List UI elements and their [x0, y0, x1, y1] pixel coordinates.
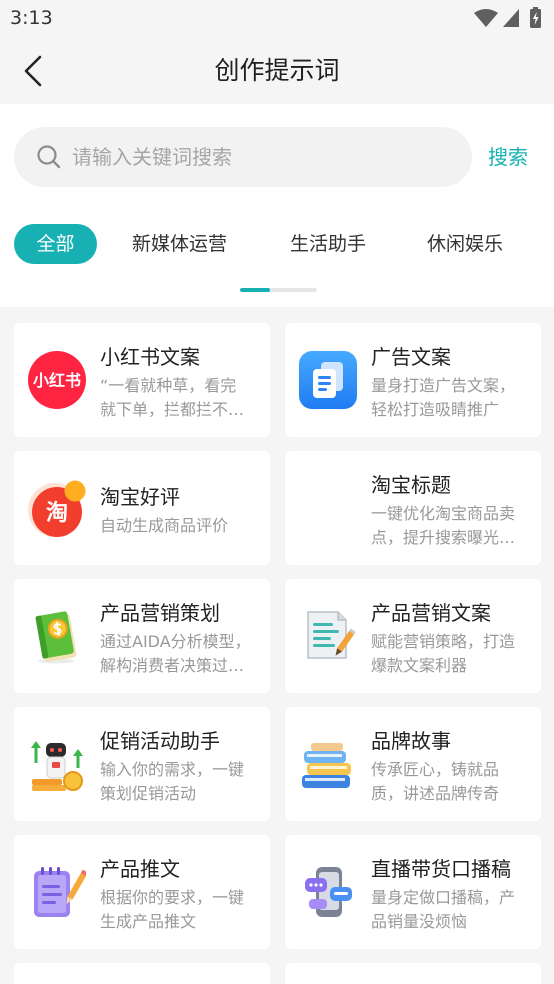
prompt-card-ad-copy[interactable]: 广告文案 量身打造广告文案， 轻松打造吸睛推广 — [285, 323, 541, 437]
card-text: 产品推文 根据你的要求，一键 生成产品推文 — [100, 835, 260, 949]
prompt-card-marketing-plan[interactable]: 产品营销策划 通过AIDA分析模型， 解构消费者决策过… — [14, 579, 270, 693]
wifi-icon — [474, 9, 498, 27]
signal-icon — [503, 9, 519, 27]
back-button[interactable] — [18, 54, 48, 88]
card-title: 广告文案 — [371, 344, 451, 369]
card-text: 直播带货口播稿 量身定做口播稿，产 品销量没烦恼 — [371, 835, 531, 949]
card-description-line: 质，讲述品牌传奇 — [371, 783, 500, 803]
card-description: 量身定做口播稿，产 品销量没烦恼 — [371, 886, 531, 934]
prompt-card-partial[interactable] — [285, 963, 541, 984]
card-text: 广告文案 量身打造广告文案， 轻松打造吸睛推广 — [371, 323, 531, 437]
card-description-line: 量身打造广告文案， — [371, 375, 516, 395]
card-description: 输入你的需求，一键 策划促销活动 — [100, 758, 260, 806]
card-description-line: 品销量没烦恼 — [371, 911, 468, 931]
search-panel: 搜索 全部 新媒体运营 生活助手 休闲娱乐 — [0, 104, 554, 307]
tab-scroll-thumb — [240, 288, 271, 292]
card-description-line: 策划促销活动 — [100, 783, 197, 803]
card-text: 淘宝好评 自动生成商品评价 — [100, 451, 260, 565]
card-description-line: 爆款文案利器 — [371, 655, 468, 675]
battery-charging-icon — [530, 7, 541, 28]
card-title: 直播带货口播稿 — [371, 856, 511, 881]
card-description-line: 输入你的需求，一键 — [100, 759, 245, 779]
prompt-card-promotion-assistant[interactable]: 促销活动助手 输入你的需求，一键 策划促销活动 — [14, 707, 270, 821]
money-book-icon — [28, 607, 86, 665]
card-description-line: 解构消费者决策过… — [100, 655, 245, 675]
prompt-card-taobao-review[interactable]: 淘 淘宝好评 自动生成商品评价 — [14, 451, 270, 565]
chevron-left-icon[interactable] — [18, 54, 48, 88]
card-title: 促销活动助手 — [100, 728, 220, 753]
search-box[interactable] — [14, 127, 472, 187]
search-button[interactable]: 搜索 — [488, 142, 528, 172]
card-description: 赋能营销策略，打造 爆款文案利器 — [371, 630, 531, 678]
category-tabs: 全部 新媒体运营 生活助手 休闲娱乐 — [0, 224, 554, 264]
xiaohongshu-logo-text: 小红书 — [33, 371, 81, 390]
tab-new-media[interactable]: 新媒体运营 — [132, 224, 227, 264]
page-title: 创作提示词 — [214, 56, 340, 85]
card-title: 产品营销策划 — [100, 600, 220, 625]
card-text: 淘宝标题 一键优化淘宝商品卖 点，提升搜索曝光… — [371, 451, 531, 565]
notepad-pencil-icon — [28, 863, 86, 921]
card-title: 淘宝好评 — [100, 484, 180, 509]
card-description: 传承匠心，铸就品 质，讲述品牌传奇 — [371, 758, 531, 806]
card-description-line: 通过AIDA分析模型， — [100, 631, 251, 651]
phone-chat-icon — [299, 863, 357, 921]
card-description: 根据你的要求，一键 生成产品推文 — [100, 886, 260, 934]
prompt-card-taobao-title[interactable]: 淘宝标题 一键优化淘宝商品卖 点，提升搜索曝光… — [285, 451, 541, 565]
card-description-line: 根据你的要求，一键 — [100, 887, 245, 907]
card-description-line: “一看就种草，看完 — [100, 375, 237, 395]
card-description: 量身打造广告文案， 轻松打造吸睛推广 — [371, 374, 531, 422]
prompt-card-xiaohongshu[interactable]: 小红书 小红书文案 “一看就种草，看完 就下单，拦都拦不… — [14, 323, 270, 437]
card-text: 产品营销文案 赋能营销策略，打造 爆款文案利器 — [371, 579, 531, 693]
prompt-card-marketing-copy[interactable]: 产品营销文案 赋能营销策略，打造 爆款文案利器 — [285, 579, 541, 693]
tab-scroll-indicator — [240, 288, 317, 292]
tab-leisure[interactable]: 休闲娱乐 — [427, 224, 503, 264]
book-stack-icon — [299, 735, 357, 793]
status-bar: 3:13 — [0, 0, 554, 38]
tab-all[interactable]: 全部 — [14, 224, 97, 264]
card-title: 产品营销文案 — [371, 600, 491, 625]
card-description-line: 赋能营销策略，打造 — [371, 631, 516, 651]
card-title: 小红书文案 — [100, 344, 200, 369]
documents-icon — [299, 351, 357, 409]
card-description: 一键优化淘宝商品卖 点，提升搜索曝光… — [371, 502, 531, 550]
prompt-card-partial[interactable] — [14, 963, 270, 984]
xiaohongshu-logo-icon: 小红书 — [28, 351, 86, 409]
status-icons — [470, 7, 546, 29]
taobao-logo-icon: 淘 — [28, 479, 86, 537]
prompt-card-livestream-script[interactable]: 直播带货口播稿 量身定做口播稿，产 品销量没烦恼 — [285, 835, 541, 949]
status-time: 3:13 — [10, 7, 53, 29]
card-description-line: 传承匠心，铸就品 — [371, 759, 500, 779]
card-text: 促销活动助手 输入你的需求，一键 策划促销活动 — [100, 707, 260, 821]
robot-coins-icon — [28, 735, 86, 793]
card-description-line: 就下单，拦都拦不… — [100, 399, 245, 419]
card-text: 品牌故事 传承匠心，铸就品 质，讲述品牌传奇 — [371, 707, 531, 821]
header: 创作提示词 — [0, 38, 554, 104]
prompt-card-grid: 小红书 小红书文案 “一看就种草，看完 就下单，拦都拦不… 广告文案 量身打造广… — [14, 323, 541, 984]
card-title: 产品推文 — [100, 856, 180, 881]
card-description: 通过AIDA分析模型， 解构消费者决策过… — [100, 630, 260, 678]
card-description-line: 量身定做口播稿，产 — [371, 887, 516, 907]
prompt-card-brand-story[interactable]: 品牌故事 传承匠心，铸就品 质，讲述品牌传奇 — [285, 707, 541, 821]
card-description-line: 生成产品推文 — [100, 911, 197, 931]
card-description: “一看就种草，看完 就下单，拦都拦不… — [100, 374, 260, 422]
search-icon — [36, 144, 62, 170]
card-text: 小红书文案 “一看就种草，看完 就下单，拦都拦不… — [100, 323, 260, 437]
card-description: 自动生成商品评价 — [100, 514, 260, 538]
card-text: 产品营销策划 通过AIDA分析模型， 解构消费者决策过… — [100, 579, 260, 693]
card-description-line: 一键优化淘宝商品卖 — [371, 503, 516, 523]
search-input[interactable] — [72, 127, 462, 187]
card-description-line: 点，提升搜索曝光… — [371, 527, 516, 547]
card-description-line: 轻松打造吸睛推广 — [371, 399, 500, 419]
prompt-card-product-post[interactable]: 产品推文 根据你的要求，一键 生成产品推文 — [14, 835, 270, 949]
card-title: 淘宝标题 — [371, 472, 451, 497]
card-description-line: 自动生成商品评价 — [100, 515, 229, 535]
tab-life-assistant[interactable]: 生活助手 — [290, 224, 366, 264]
taobao-logo-text: 淘 — [46, 500, 68, 526]
document-pencil-icon — [299, 607, 357, 665]
card-title: 品牌故事 — [371, 728, 451, 753]
